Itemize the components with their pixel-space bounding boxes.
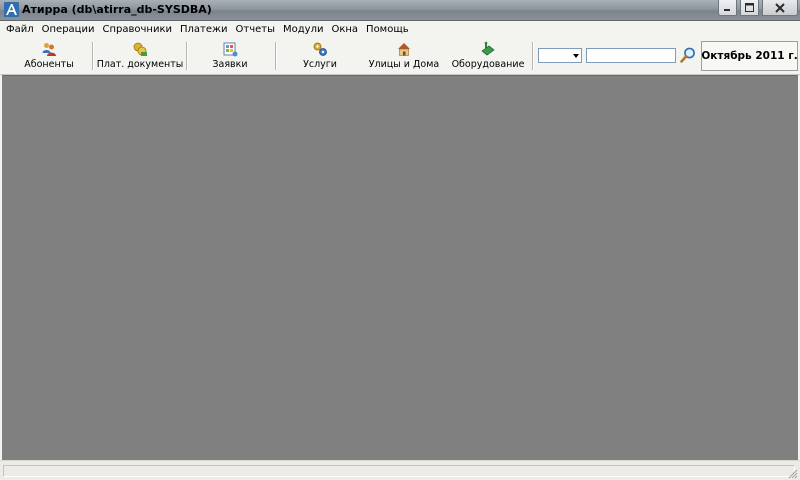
maximize-button[interactable] xyxy=(740,0,759,16)
menu-reports[interactable]: Отчеты xyxy=(232,21,279,38)
subscribers-icon xyxy=(42,43,56,56)
minimize-button[interactable] xyxy=(718,0,737,16)
subscribers-label: Абоненты xyxy=(24,59,74,70)
toolbar-separator xyxy=(532,42,534,70)
main-window: Атирра (db\atirra_db-SYSDBA) Файл Операц… xyxy=(0,0,800,480)
menu-payments[interactable]: Платежи xyxy=(176,21,232,38)
search-type-select[interactable] xyxy=(538,48,582,63)
close-button[interactable] xyxy=(762,0,798,16)
app-logo-icon xyxy=(4,2,19,17)
toolbar-separator xyxy=(186,42,188,70)
services-icon xyxy=(313,42,327,56)
search-icon xyxy=(680,47,695,63)
toolbar-separator xyxy=(92,42,94,70)
requests-label: Заявки xyxy=(212,59,248,70)
search-button[interactable] xyxy=(679,46,697,64)
equipment-icon xyxy=(481,41,495,56)
equipment-button[interactable]: Оборудование xyxy=(450,39,526,72)
menu-help[interactable]: Помощь xyxy=(362,21,413,38)
services-button[interactable]: Услуги xyxy=(296,39,344,72)
status-bar xyxy=(0,460,800,480)
requests-button[interactable]: Заявки xyxy=(204,39,256,72)
streets-houses-label: Улицы и Дома xyxy=(368,59,440,70)
window-title: Атирра (db\atirra_db-SYSDBA) xyxy=(22,3,212,16)
mdi-workspace xyxy=(2,75,798,460)
title-bar[interactable]: Атирра (db\atirra_db-SYSDBA) xyxy=(0,0,800,21)
services-label: Услуги xyxy=(303,59,337,70)
resize-grip-icon[interactable] xyxy=(788,469,798,479)
maximize-icon xyxy=(745,3,754,12)
payment-documents-button[interactable]: Плат. документы xyxy=(96,39,184,72)
streets-houses-button[interactable]: Улицы и Дома xyxy=(366,39,442,72)
payment-documents-label: Плат. документы xyxy=(96,59,184,70)
requests-icon xyxy=(223,42,238,57)
payment-documents-icon xyxy=(133,42,147,56)
search-type-value xyxy=(539,56,541,67)
streets-houses-icon xyxy=(398,43,410,56)
search-input[interactable] xyxy=(586,48,676,63)
chevron-down-icon[interactable] xyxy=(573,54,579,58)
subscribers-button[interactable]: Абоненты xyxy=(20,39,78,72)
menu-file[interactable]: Файл xyxy=(2,21,38,38)
period-button[interactable]: Октябрь 2011 г. xyxy=(701,41,798,71)
minimize-icon xyxy=(724,9,730,11)
menu-windows[interactable]: Окна xyxy=(327,21,362,38)
menu-references[interactable]: Справочники xyxy=(98,21,176,38)
equipment-label: Оборудование xyxy=(451,59,525,70)
menu-bar: Файл Операции Справочники Платежи Отчеты… xyxy=(0,21,800,38)
menu-modules[interactable]: Модули xyxy=(279,21,327,38)
status-panel xyxy=(3,465,795,477)
toolbar-separator xyxy=(275,42,277,70)
close-icon xyxy=(775,2,785,13)
menu-operations[interactable]: Операции xyxy=(38,21,99,38)
